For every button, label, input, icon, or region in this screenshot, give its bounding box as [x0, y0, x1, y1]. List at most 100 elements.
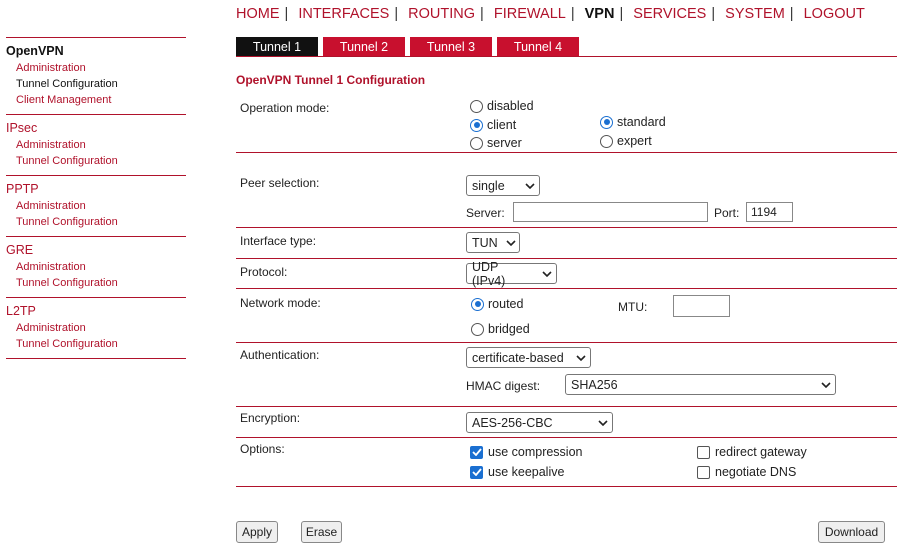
server-input[interactable]: [513, 202, 708, 222]
checkbox-negotiate-dns[interactable]: negotiate DNS: [697, 465, 796, 479]
radio-circle: [470, 99, 483, 113]
nav-firewall[interactable]: FIREWALL: [494, 6, 566, 22]
chevron-down-icon: [821, 381, 831, 388]
hmac-digest-select[interactable]: SHA256: [565, 374, 836, 395]
encryption-select[interactable]: AES-256-CBC: [466, 412, 613, 433]
checkbox-use-compression[interactable]: use compression: [470, 445, 583, 459]
nav-separator: |: [284, 6, 289, 22]
nav-separator: |: [711, 6, 716, 22]
row-protocol: Protocol: UDP (IPv4): [236, 259, 897, 289]
chevron-down-icon: [542, 270, 552, 277]
top-navigation: HOME | INTERFACES | ROUTING | FIREWALL | VPN…: [236, 6, 865, 22]
sidebar-item-l2tp-administration[interactable]: Administration: [6, 320, 186, 336]
tab-tunnel-1[interactable]: Tunnel 1: [236, 37, 318, 57]
mtu-input[interactable]: [673, 295, 730, 317]
sidebar-head-gre[interactable]: GRE: [6, 242, 186, 259]
nav-separator: |: [394, 6, 399, 22]
radio-expert-label: expert: [617, 134, 652, 148]
port-label: Port:: [714, 206, 740, 220]
sidebar-group-ipsec: IPsec Administration Tunnel Configuratio…: [6, 115, 186, 176]
sidebar-item-pptp-administration[interactable]: Administration: [6, 198, 186, 214]
sidebar-item-openvpn-administration[interactable]: Administration: [6, 60, 186, 76]
row-authentication: Authentication: certificate-based HMAC d…: [236, 343, 897, 407]
sidebar-head-ipsec[interactable]: IPsec: [6, 120, 186, 137]
download-button[interactable]: Download: [818, 521, 885, 543]
nav-interfaces[interactable]: INTERFACES: [298, 6, 389, 22]
sidebar-item-openvpn-tunnel-configuration[interactable]: Tunnel Configuration: [6, 76, 186, 92]
chevron-down-icon: [576, 354, 586, 361]
sidebar-head-pptp[interactable]: PPTP: [6, 181, 186, 198]
sidebar-item-pptp-tunnel-configuration[interactable]: Tunnel Configuration: [6, 214, 186, 230]
row-options: Options: use compression use keepalive r…: [236, 438, 897, 487]
tab-divider: [236, 56, 897, 57]
checkbox-checked-icon: [470, 465, 483, 479]
nav-home[interactable]: HOME: [236, 6, 280, 22]
nav-separator: |: [570, 6, 575, 22]
sidebar-group-openvpn: OpenVPN Administration Tunnel Configurat…: [6, 38, 186, 115]
sidebar-group-l2tp: L2TP Administration Tunnel Configuration: [6, 298, 186, 359]
sidebar-item-l2tp-tunnel-configuration[interactable]: Tunnel Configuration: [6, 336, 186, 352]
radio-client-label: client: [487, 118, 517, 132]
radio-routed[interactable]: routed: [471, 297, 523, 311]
operation-mode-label: Operation mode:: [240, 101, 330, 115]
tunnel-tabs: Tunnel 1 Tunnel 2 Tunnel 3 Tunnel 4: [236, 37, 584, 57]
use-compression-label: use compression: [488, 445, 583, 459]
checkbox-use-keepalive[interactable]: use keepalive: [470, 465, 564, 479]
radio-server[interactable]: server: [470, 136, 522, 150]
sidebar-group-pptp: PPTP Administration Tunnel Configuration: [6, 176, 186, 237]
interface-type-value: TUN: [472, 235, 498, 250]
row-peer-selection: Peer selection: single Server: Port: 119…: [236, 153, 897, 228]
sidebar-head-openvpn[interactable]: OpenVPN: [6, 43, 186, 60]
sidebar-item-gre-administration[interactable]: Administration: [6, 259, 186, 275]
chevron-down-icon: [506, 239, 516, 246]
radio-circle: [471, 297, 484, 311]
radio-client[interactable]: client: [470, 118, 516, 132]
use-keepalive-label: use keepalive: [488, 465, 565, 479]
peer-selection-select[interactable]: single: [466, 175, 540, 196]
sidebar-item-ipsec-administration[interactable]: Administration: [6, 137, 186, 153]
radio-circle: [600, 115, 613, 129]
sidebar-item-openvpn-client-management[interactable]: Client Management: [6, 92, 186, 108]
row-interface-type: Interface type: TUN: [236, 228, 897, 259]
encryption-value: AES-256-CBC: [472, 415, 553, 430]
negotiate-dns-label: negotiate DNS: [715, 465, 797, 479]
nav-vpn[interactable]: VPN: [585, 6, 615, 22]
nav-system[interactable]: SYSTEM: [725, 6, 785, 22]
erase-button[interactable]: Erase: [301, 521, 342, 543]
tab-tunnel-4[interactable]: Tunnel 4: [497, 37, 579, 57]
chevron-down-icon: [598, 419, 608, 426]
nav-services[interactable]: SERVICES: [633, 6, 706, 22]
protocol-label: Protocol:: [240, 265, 288, 279]
radio-bridged[interactable]: bridged: [471, 322, 530, 336]
radio-expert[interactable]: expert: [600, 134, 652, 148]
chevron-down-icon: [525, 182, 535, 189]
tab-tunnel-2[interactable]: Tunnel 2: [323, 37, 405, 57]
redirect-gateway-label: redirect gateway: [715, 445, 807, 459]
nav-separator: |: [619, 6, 624, 22]
authentication-value: certificate-based: [472, 350, 564, 365]
port-input[interactable]: 1194: [746, 202, 793, 222]
sidebar-item-ipsec-tunnel-configuration[interactable]: Tunnel Configuration: [6, 153, 186, 169]
nav-separator: |: [789, 6, 794, 22]
checkbox-checked-icon: [470, 445, 483, 459]
peer-selection-label: Peer selection:: [240, 176, 320, 190]
protocol-select[interactable]: UDP (IPv4): [466, 260, 557, 288]
nav-routing[interactable]: ROUTING: [408, 6, 475, 22]
authentication-select[interactable]: certificate-based: [466, 347, 591, 368]
checkbox-unchecked-icon: [697, 465, 710, 479]
interface-type-label: Interface type:: [240, 234, 317, 248]
checkbox-redirect-gateway[interactable]: redirect gateway: [697, 445, 807, 459]
sidebar-head-l2tp[interactable]: L2TP: [6, 303, 186, 320]
server-label: Server:: [466, 206, 505, 220]
sidebar: OpenVPN Administration Tunnel Configurat…: [6, 37, 186, 359]
sidebar-item-gre-tunnel-configuration[interactable]: Tunnel Configuration: [6, 275, 186, 291]
radio-standard[interactable]: standard: [600, 115, 666, 129]
interface-type-select[interactable]: TUN: [466, 232, 520, 253]
radio-disabled[interactable]: disabled: [470, 99, 534, 113]
radio-circle: [600, 134, 613, 148]
tab-tunnel-3[interactable]: Tunnel 3: [410, 37, 492, 57]
nav-logout[interactable]: LOGOUT: [804, 6, 865, 22]
radio-circle: [470, 136, 483, 150]
section-title: OpenVPN Tunnel 1 Configuration: [236, 73, 426, 87]
apply-button[interactable]: Apply: [236, 521, 278, 543]
